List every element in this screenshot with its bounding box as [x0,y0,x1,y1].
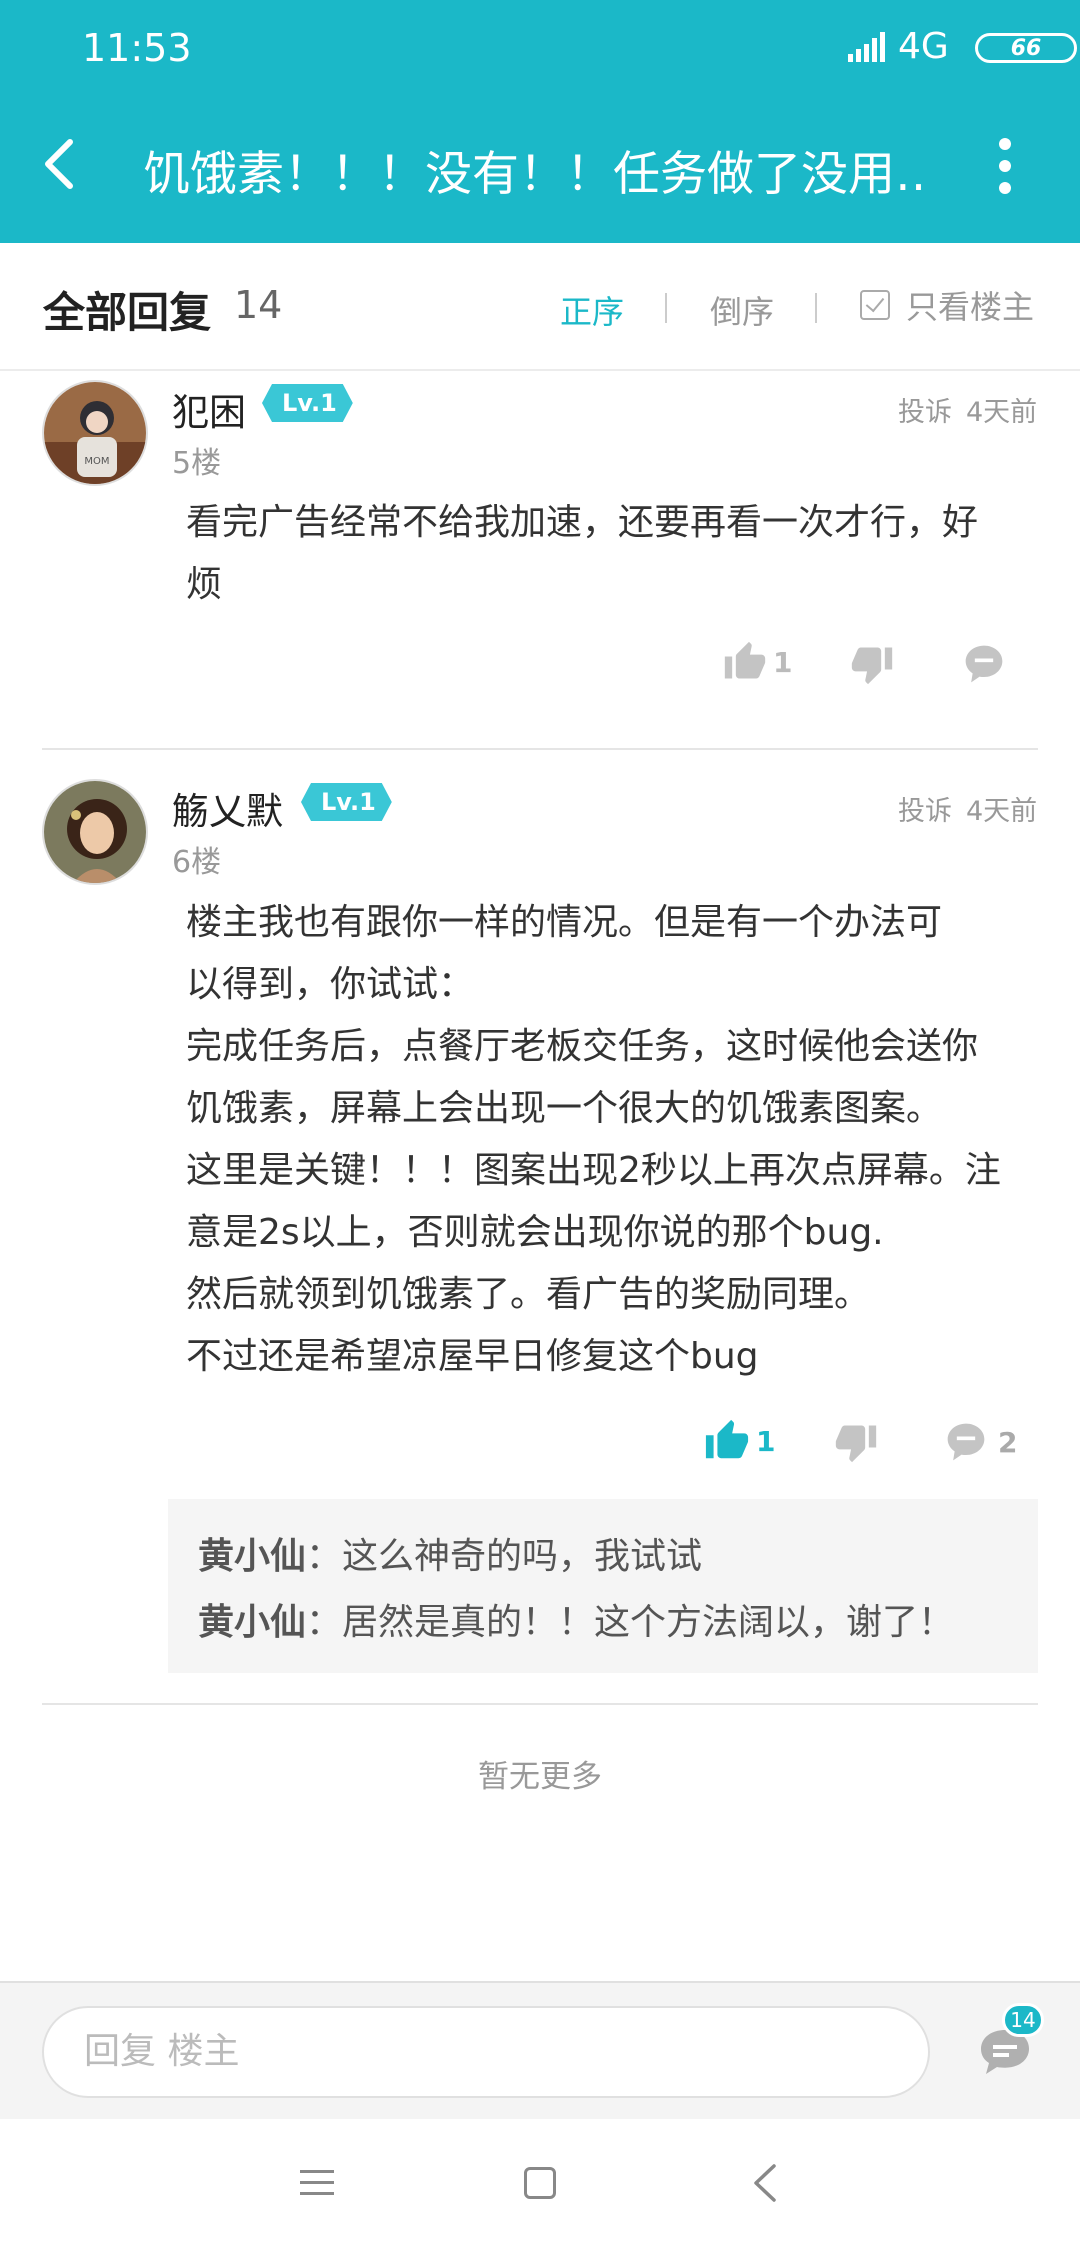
divider [42,748,1038,750]
checkbox-icon[interactable] [860,290,890,320]
comment-line: 楼主我也有跟你一样的情况。但是有一个办法可 [186,902,943,943]
reply-bar: 回复 楼主 14 [0,1981,1080,2121]
sub-reply-text: ：居然是真的！！这个方法阔以，谢了！ [306,1602,955,1643]
sub-reply-user[interactable]: 黄小仙 [198,1602,306,1643]
comment-line: 不过还是希望凉屋早日修复这个bug [186,1336,759,1377]
sub-reply[interactable]: 黄小仙：居然是真的！！这个方法阔以，谢了！ [198,1593,954,1645]
divider [42,1703,1038,1705]
op-only-toggle[interactable]: 只看楼主 [860,285,1035,326]
level-badge: Lv.1 [262,384,353,422]
timestamp: 4天前 [966,796,1038,827]
comment-line: 烦 [186,564,223,605]
comment-line: 这里是关键！！！图案出现2秒以上再次点屏幕。注 [186,1150,1001,1191]
report-link[interactable]: 投诉 [898,789,952,828]
page-title: 饥饿素！！！没有！！任务做了没用… [143,147,923,202]
thumbs-up-icon [705,1419,749,1459]
separator [815,293,817,323]
op-only-label: 只看楼主 [906,288,1035,326]
sub-reply-user[interactable]: 黄小仙 [198,1536,306,1577]
comment-text: 楼主我也有跟你一样的情况。但是有一个办法可 以得到，你试试： 完成任务后，点餐厅… [186,892,1036,1388]
thumbs-down-icon [851,647,893,685]
floor-number: 6楼 [172,845,222,880]
menu-icon[interactable] [300,2169,334,2197]
comment-button[interactable] [962,642,1006,686]
signal-icon [848,32,885,62]
svg-text:MOM: MOM [84,456,109,467]
sub-replies[interactable]: 黄小仙：这么神奇的吗，我试试 黄小仙：居然是真的！！这个方法阔以，谢了！ [168,1499,1038,1673]
like-count: 1 [773,645,793,679]
top-bar: 11:53 4G 66 饥饿素！！！没有！！任务做了没用… [0,0,1080,243]
comment-text: 看完广告经常不给我加速，还要再看一次才行，好 烦 [186,492,1036,616]
report-link[interactable]: 投诉 [898,390,952,429]
reply-count: 2 [998,1425,1018,1459]
comment-bubble-icon [947,1423,985,1461]
all-replies-label: 全部回复 [43,288,212,337]
sort-descending-button[interactable]: 倒序 [710,287,774,333]
comment-line: 然后就领到饥饿素了。看广告的奖励同理。 [186,1274,871,1315]
battery-icon: 66 [975,33,1077,63]
more-vertical-icon[interactable] [990,138,1020,194]
battery-level: 66 [1010,35,1042,61]
dislike-button[interactable] [850,642,894,686]
back-icon[interactable] [40,138,80,190]
thumbs-down-icon [835,1425,877,1463]
status-time: 11:53 [82,26,192,70]
like-button[interactable]: 1 [704,1418,775,1464]
comment-line: 以得到，你试试： [186,964,475,1005]
no-more-label: 暂无更多 [478,1759,602,1795]
sub-reply-text: ：这么神奇的吗，我试试 [306,1536,703,1577]
comment-line: 意是2s以上，否则就会出现你说的那个bug. [186,1212,884,1253]
avatar[interactable] [42,779,148,885]
comment-line: 饥饿素，屏幕上会出现一个很大的饥饿素图案。 [186,1088,943,1129]
network-type: 4G [898,26,949,67]
separator [665,293,667,323]
sub-reply[interactable]: 黄小仙：这么神奇的吗，我试试 [198,1527,702,1579]
comment-bubble-icon [965,645,1003,683]
username[interactable]: 犯困 [172,382,246,436]
dislike-button[interactable] [834,1420,878,1464]
floor-number: 5楼 [172,446,222,481]
comment-button[interactable]: 2 [944,1420,1017,1464]
sort-ascending-button[interactable]: 正序 [560,287,624,333]
timestamp: 4天前 [966,397,1038,428]
like-button[interactable]: 1 [723,640,792,684]
nav-back-icon[interactable] [752,2163,778,2203]
level-badge: Lv.1 [301,783,392,821]
like-count: 1 [756,1424,776,1458]
reply-input[interactable]: 回复 楼主 [42,2006,930,2098]
home-icon[interactable] [524,2167,556,2199]
thumbs-up-icon [724,641,766,679]
system-nav-bar [0,2119,1080,2248]
comment-line: 完成任务后，点餐厅老板交任务，这时候他会送你 [186,1026,979,1067]
reply-count: 14 [234,283,283,327]
sort-header: 全部回复 14 正序 倒序 只看楼主 [0,243,1080,371]
avatar[interactable]: MOM [42,380,148,486]
comments-badge: 14 [1002,2003,1044,2037]
username[interactable]: 觞乂默 [172,781,283,835]
comment-line: 看完广告经常不给我加速，还要再看一次才行，好 [186,502,979,543]
